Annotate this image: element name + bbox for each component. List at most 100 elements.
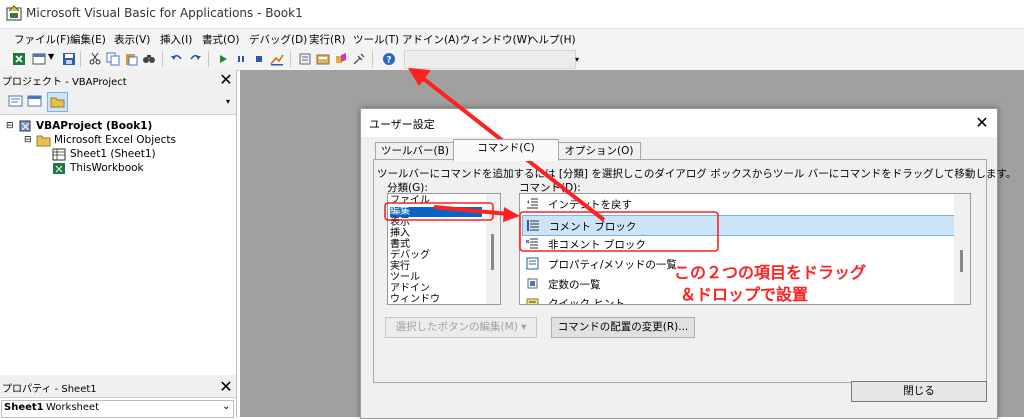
command-label: クイック ヒント bbox=[548, 298, 625, 305]
help-icon[interactable]: ? bbox=[382, 52, 396, 66]
category-item-tools[interactable]: ツール bbox=[390, 273, 420, 283]
category-item-run[interactable]: 実行 bbox=[390, 262, 410, 272]
scroll-down-icon[interactable]: ▾ bbox=[226, 92, 235, 112]
save-icon[interactable] bbox=[62, 52, 76, 66]
tab-options[interactable]: オプション(O) bbox=[557, 142, 641, 160]
menu-addins[interactable]: アドイン(A) bbox=[402, 32, 459, 47]
object-name: Sheet1 bbox=[4, 402, 44, 413]
command-scrollbar[interactable] bbox=[954, 194, 970, 304]
category-item-addins[interactable]: アドイン bbox=[390, 284, 430, 294]
collapse-icon[interactable]: ⊟ bbox=[6, 121, 14, 131]
object-select[interactable]: Sheet1 Worksheet ⌄ bbox=[1, 400, 234, 418]
command-label: 定数の一覧 bbox=[548, 279, 601, 291]
category-item-debug[interactable]: デバッグ bbox=[390, 251, 430, 261]
paste-icon[interactable] bbox=[124, 52, 138, 66]
view-object-icon[interactable] bbox=[27, 94, 42, 108]
list-members-icon bbox=[526, 257, 539, 270]
tab-commands[interactable]: コマンド(C) bbox=[453, 139, 559, 161]
close-icon[interactable]: ✕ bbox=[972, 113, 992, 133]
category-list[interactable]: ファイル 編集 表示 挿入 書式 デバッグ 実行 ツール アドイン ウィンドウ bbox=[387, 193, 501, 305]
toolbox-icon[interactable] bbox=[352, 52, 366, 66]
category-item-window[interactable]: ウィンドウ bbox=[390, 295, 440, 305]
menu-run[interactable]: 実行(R) bbox=[309, 32, 346, 47]
project-pane-title: プロジェクト - VBAProject bbox=[2, 77, 127, 88]
menu-file[interactable]: ファイル(F) bbox=[14, 32, 70, 47]
category-item-format[interactable]: 書式 bbox=[390, 240, 410, 250]
worksheet-icon bbox=[52, 148, 66, 161]
tree-folder-excel-objects[interactable]: Microsoft Excel Objects bbox=[54, 134, 176, 146]
tab-toolbars[interactable]: ツールバー(B) bbox=[375, 142, 455, 160]
close-button[interactable]: 閉じる bbox=[851, 381, 987, 402]
cut-icon[interactable] bbox=[88, 52, 102, 66]
close-icon[interactable]: ✕ bbox=[218, 379, 234, 395]
project-explorer-icon[interactable] bbox=[298, 52, 312, 66]
quick-info-icon bbox=[526, 298, 539, 304]
collapse-icon[interactable]: ⊟ bbox=[24, 135, 32, 145]
uncomment-block-icon bbox=[526, 238, 538, 249]
workbook-icon bbox=[53, 163, 65, 174]
svg-text:?: ? bbox=[386, 56, 391, 66]
list-constants-icon bbox=[527, 278, 538, 289]
folder-icon bbox=[50, 97, 65, 108]
object-type: Worksheet bbox=[46, 402, 100, 413]
rearrange-commands-button[interactable]: コマンドの配置の変更(R)... bbox=[551, 317, 695, 338]
menu-edit[interactable]: 編集(E) bbox=[70, 32, 106, 47]
menu-insert[interactable]: 挿入(I) bbox=[160, 32, 192, 47]
category-item-file[interactable]: ファイル bbox=[390, 196, 430, 206]
tree-item-sheet1[interactable]: Sheet1 (Sheet1) bbox=[70, 148, 156, 160]
chevron-down-icon[interactable]: ▼ bbox=[48, 52, 54, 61]
standard-toolbar: ▼ ? ▾ bbox=[0, 48, 1024, 71]
insert-userform-icon[interactable] bbox=[32, 52, 46, 66]
run-icon[interactable] bbox=[216, 52, 230, 66]
menu-view[interactable]: 表示(V) bbox=[114, 32, 150, 47]
design-mode-icon[interactable] bbox=[270, 52, 284, 66]
modify-selection-button[interactable]: 選択したボタンの編集(M) ▾ bbox=[385, 317, 537, 338]
category-item-edit[interactable]: 編集 bbox=[390, 207, 482, 217]
pause-icon[interactable] bbox=[234, 52, 248, 66]
annotation-line1: この２つの項目をドラッグ bbox=[674, 263, 867, 282]
dialog-title: ユーザー設定 bbox=[369, 118, 435, 131]
category-item-insert[interactable]: 挿入 bbox=[390, 229, 410, 239]
stop-icon[interactable] bbox=[252, 52, 266, 66]
redo-icon[interactable] bbox=[188, 52, 202, 66]
folder-icon bbox=[36, 135, 51, 147]
title-bar: Microsoft Visual Basic for Applications … bbox=[0, 0, 1024, 28]
properties-window-icon[interactable] bbox=[316, 52, 330, 66]
copy-icon[interactable] bbox=[106, 52, 120, 66]
command-label: インデントを戻す bbox=[548, 199, 632, 211]
menu-format[interactable]: 書式(O) bbox=[202, 32, 239, 47]
tree-item-thisworkbook[interactable]: ThisWorkbook bbox=[70, 162, 144, 174]
menu-window[interactable]: ウィンドウ(W) bbox=[460, 32, 531, 47]
properties-pane-title: プロパティ - Sheet1 bbox=[2, 384, 97, 395]
find-icon[interactable] bbox=[142, 52, 156, 66]
menu-help[interactable]: ヘルプ(H) bbox=[528, 32, 576, 47]
properties-pane-header: プロパティ - Sheet1 ✕ bbox=[0, 375, 236, 398]
command-item-comment-block[interactable]: コメント ブロック bbox=[522, 215, 956, 236]
undo-icon[interactable] bbox=[170, 52, 184, 66]
close-icon[interactable]: ✕ bbox=[218, 72, 234, 88]
object-browser-icon[interactable] bbox=[334, 52, 348, 66]
project-pane-header: プロジェクト - VBAProject ✕ bbox=[0, 70, 236, 91]
chevron-down-icon[interactable]: ⌄ bbox=[222, 401, 230, 412]
menu-tools[interactable]: ツール(T) bbox=[353, 32, 399, 47]
excel-view-icon[interactable] bbox=[12, 52, 26, 66]
properties-pane: プロパティ - Sheet1 ✕ Sheet1 Worksheet ⌄ bbox=[0, 375, 237, 418]
tree-root-vbaproject[interactable]: VBAProject (Book1) bbox=[36, 120, 152, 132]
category-item-view[interactable]: 表示 bbox=[390, 218, 410, 228]
window-title: Microsoft Visual Basic for Applications … bbox=[26, 6, 303, 20]
dialog-title-bar: ユーザー設定 ✕ bbox=[361, 109, 997, 137]
toolbar-options-icon[interactable]: ▾ bbox=[575, 52, 585, 67]
view-code-icon[interactable] bbox=[8, 94, 23, 108]
project-explorer-pane: プロジェクト - VBAProject ✕ ▾ ⊟ VBAProject (Bo… bbox=[0, 70, 237, 375]
category-scrollbar[interactable] bbox=[486, 194, 500, 304]
annotation-line2: ＆ドロップで設置 bbox=[680, 285, 809, 304]
menu-debug[interactable]: デバッグ(D) bbox=[249, 32, 307, 47]
vbaproject-icon bbox=[19, 120, 31, 132]
vba-app-icon bbox=[6, 5, 22, 21]
toolbar-combo[interactable] bbox=[404, 50, 576, 69]
command-item-outdent[interactable]: インデントを戻す bbox=[522, 194, 954, 213]
instruction-text: ツールバーにコマンドを追加するには [分類] を選択しこのダイアログ ボックスか… bbox=[377, 168, 1017, 180]
toggle-folders-button[interactable] bbox=[47, 92, 68, 112]
menu-bar: ファイル(F) 編集(E) 表示(V) 挿入(I) 書式(O) デバッグ(D) … bbox=[0, 28, 1024, 49]
command-item-uncomment-block[interactable]: 非コメント ブロック bbox=[522, 234, 954, 253]
